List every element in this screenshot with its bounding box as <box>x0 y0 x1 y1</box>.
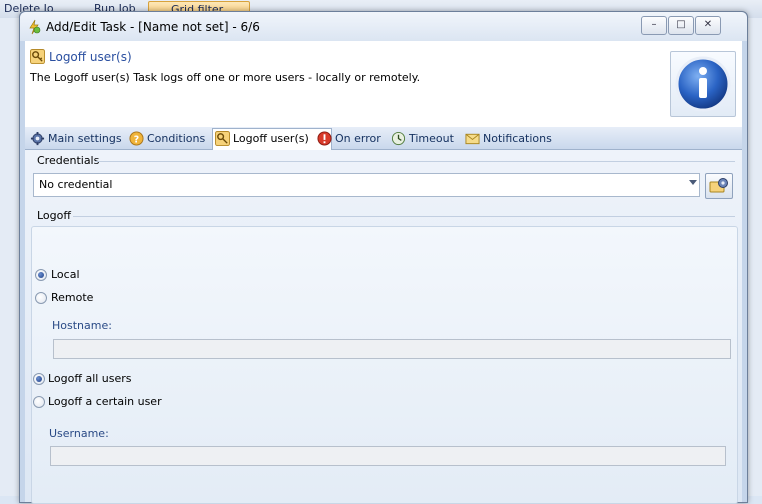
local-radio-label: Local <box>51 268 80 281</box>
tab-label: On error <box>335 132 381 145</box>
logoff-certain-user-radio[interactable] <box>33 396 45 408</box>
username-label: Username: <box>49 427 109 440</box>
tab-timeout[interactable]: Timeout <box>389 129 454 148</box>
error-icon <box>317 131 332 146</box>
close-button[interactable]: ✕ <box>695 16 721 35</box>
tab-label: Logoff user(s) <box>233 132 309 145</box>
local-radio[interactable] <box>35 269 47 281</box>
tab-on-error[interactable]: On error <box>315 129 381 148</box>
tab-label: Main settings <box>48 132 122 145</box>
task-tabs: Main settings ? Conditions Logoff user(s… <box>25 127 742 150</box>
credentials-gear-icon <box>709 178 728 193</box>
task-app-icon <box>29 19 41 35</box>
logoff-group-label: Logoff <box>37 209 71 222</box>
remote-radio-label: Remote <box>51 291 94 304</box>
hostname-label: Hostname: <box>52 319 112 332</box>
gear-icon <box>30 131 45 146</box>
credential-select-value: No credential <box>39 178 113 191</box>
window-title: Add/Edit Task - [Name not set] - 6/6 <box>46 20 260 34</box>
username-input[interactable] <box>50 446 726 466</box>
chevron-down-icon[interactable] <box>689 180 697 185</box>
minimize-button[interactable]: – <box>641 16 667 35</box>
question-icon: ? <box>129 131 144 146</box>
title-bar[interactable]: Add/Edit Task - [Name not set] - 6/6 – □… <box>20 12 747 41</box>
info-icon <box>675 56 731 112</box>
credential-select[interactable]: No credential <box>33 173 700 197</box>
credentials-group-divider <box>95 161 735 162</box>
logoff-settings-page: Credentials No credential Logoff Local R… <box>25 150 742 504</box>
background-panel-right <box>748 18 762 496</box>
manage-credentials-button[interactable] <box>705 173 733 199</box>
tab-label: Timeout <box>409 132 454 145</box>
tab-conditions[interactable]: ? Conditions <box>127 129 205 148</box>
remote-radio[interactable] <box>35 292 47 304</box>
tab-main-settings[interactable]: Main settings <box>28 129 122 148</box>
key-icon <box>30 49 45 64</box>
task-title: Logoff user(s) <box>49 50 132 64</box>
background-panel-left <box>0 18 20 496</box>
logoff-group-divider <box>73 216 735 217</box>
envelope-icon <box>465 133 480 145</box>
task-description: The Logoff user(s) Task logs off one or … <box>30 71 421 84</box>
credentials-group-label: Credentials <box>37 154 100 167</box>
key-icon <box>215 131 230 146</box>
tab-logoff-users[interactable]: Logoff user(s) <box>212 128 332 150</box>
add-edit-task-dialog: Add/Edit Task - [Name not set] - 6/6 – □… <box>19 11 748 504</box>
restore-button[interactable]: □ <box>668 16 694 35</box>
task-header: Logoff user(s) The Logoff user(s) Task l… <box>25 41 742 127</box>
tab-label: Notifications <box>483 132 552 145</box>
tab-notifications[interactable]: Notifications <box>463 129 552 148</box>
timeout-icon <box>391 131 406 146</box>
info-badge <box>670 51 736 117</box>
logoff-all-users-radio[interactable] <box>33 373 45 385</box>
tab-label: Conditions <box>147 132 206 145</box>
svg-text:?: ? <box>134 134 139 145</box>
dialog-client-area: Logoff user(s) The Logoff user(s) Task l… <box>25 41 742 504</box>
hostname-input[interactable] <box>53 339 731 359</box>
logoff-certain-user-label: Logoff a certain user <box>48 395 162 408</box>
logoff-all-users-label: Logoff all users <box>48 372 132 385</box>
